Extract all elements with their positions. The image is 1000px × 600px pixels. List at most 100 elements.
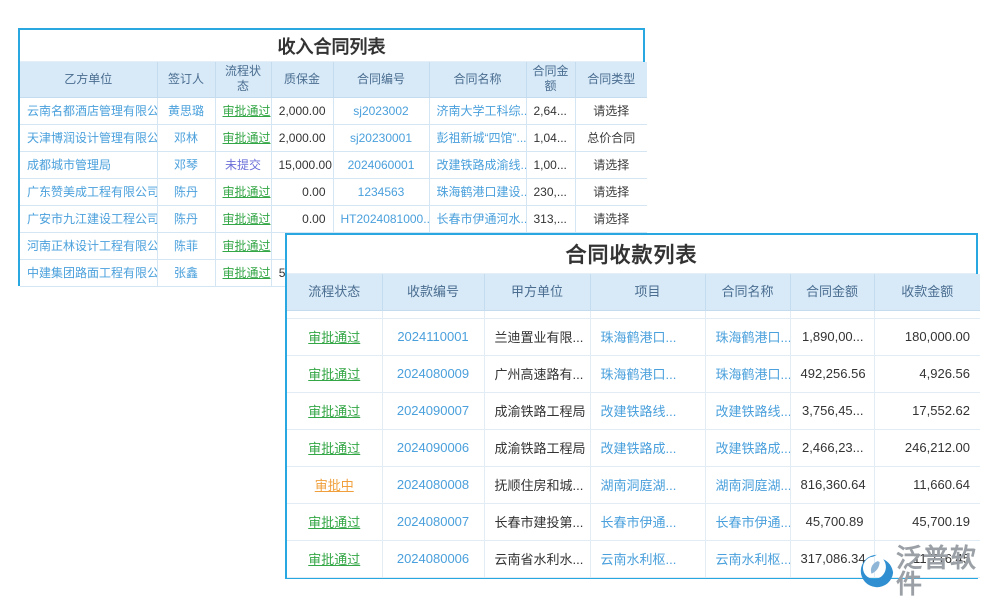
contract-type-cell[interactable]: 请选择 — [575, 151, 647, 178]
party-a-cell: 成渝铁路工程局 — [484, 429, 590, 466]
status-cell[interactable]: 审批中 — [287, 466, 382, 503]
contract-name-cell[interactable]: 珠海鹤港口... — [705, 355, 790, 392]
receipt-amount-cell: 45,700.19 — [874, 503, 980, 540]
contract-type-cell[interactable]: 请选择 — [575, 178, 647, 205]
status-cell[interactable]: 审批通过 — [215, 232, 271, 259]
contract-name-cell[interactable]: 长春市伊通... — [705, 503, 790, 540]
status-cell[interactable]: 审批通过 — [287, 318, 382, 355]
receipt-amount-cell: 11,660.64 — [874, 466, 980, 503]
status-cell[interactable]: 审批通过 — [287, 392, 382, 429]
col-header-contract-amount: 合同金额 — [790, 274, 874, 310]
project-cell[interactable]: 云南水利枢... — [590, 540, 705, 577]
receipt-amount-cell: 180,000.00 — [874, 318, 980, 355]
contract-name-cell[interactable]: 云南水利枢... — [705, 540, 790, 577]
col-header-contract-name: 合同名称 — [429, 62, 526, 97]
col-header-party-b: 乙方单位 — [20, 62, 157, 97]
contract-name-cell[interactable]: 长春市伊通河水... — [429, 205, 526, 232]
party-b-cell[interactable]: 天津博润设计管理有限公司 — [20, 124, 157, 151]
signer-cell[interactable]: 陈菲 — [157, 232, 215, 259]
contract-type-cell[interactable]: 请选择 — [575, 97, 647, 124]
project-cell[interactable]: 珠海鹤港口... — [590, 318, 705, 355]
empty-cell — [790, 310, 874, 318]
project-cell[interactable]: 湖南洞庭湖... — [590, 466, 705, 503]
col-header-retention: 质保金 — [271, 62, 333, 97]
party-b-cell[interactable]: 广安市九江建设工程公司 — [20, 205, 157, 232]
party-b-cell[interactable]: 云南名都酒店管理有限公司 — [20, 97, 157, 124]
table-row: 天津博润设计管理有限公司邓林审批通过2,000.00sj20230001彭祖新城… — [20, 124, 647, 151]
contract-amount-cell: 313,... — [526, 205, 575, 232]
contract-no-cell[interactable]: sj20230001 — [333, 124, 429, 151]
receipt-no-cell[interactable]: 2024090006 — [382, 429, 484, 466]
project-cell[interactable]: 改建铁路线... — [590, 392, 705, 429]
receipt-no-cell[interactable]: 2024090007 — [382, 392, 484, 429]
empty-cell — [705, 310, 790, 318]
contract-name-cell[interactable]: 彭祖新城“四馆”... — [429, 124, 526, 151]
contract-name-cell[interactable]: 湖南洞庭湖... — [705, 466, 790, 503]
receipt-no-cell[interactable]: 2024080007 — [382, 503, 484, 540]
signer-cell[interactable]: 邓琴 — [157, 151, 215, 178]
status-cell[interactable]: 审批通过 — [215, 205, 271, 232]
party-a-cell: 兰迪置业有限... — [484, 318, 590, 355]
col-header-receipt-amount: 收款金额 — [874, 274, 980, 310]
empty-cell — [590, 310, 705, 318]
status-cell[interactable]: 审批通过 — [287, 503, 382, 540]
col-header-flow-status: 流程状态 — [215, 62, 271, 97]
status-cell[interactable]: 审批通过 — [215, 259, 271, 286]
table-row: 云南名都酒店管理有限公司黄思璐审批通过2,000.00sj2023002济南大学… — [20, 97, 647, 124]
contract-name-cell[interactable]: 改建铁路成渝线... — [429, 151, 526, 178]
status-cell[interactable]: 审批通过 — [287, 429, 382, 466]
status-cell[interactable]: 未提交 — [215, 151, 271, 178]
party-b-cell[interactable]: 成都城市管理局 — [20, 151, 157, 178]
party-b-cell[interactable]: 河南正林设计工程有限公司 — [20, 232, 157, 259]
table-row: 审批通过2024090007成渝铁路工程局改建铁路线...改建铁路线...3,7… — [287, 392, 980, 429]
table-row: 审批通过2024080009广州高速路有...珠海鹤港口...珠海鹤港口...4… — [287, 355, 980, 392]
empty-cell — [874, 310, 980, 318]
contract-name-cell[interactable]: 改建铁路成... — [705, 429, 790, 466]
project-cell[interactable]: 改建铁路成... — [590, 429, 705, 466]
party-b-cell[interactable]: 广东赞美成工程有限公司 — [20, 178, 157, 205]
contract-amount-cell: 816,360.64 — [790, 466, 874, 503]
project-cell[interactable]: 珠海鹤港口... — [590, 355, 705, 392]
fanpusoft-swoosh-icon — [858, 553, 894, 589]
col-header-project: 项目 — [590, 274, 705, 310]
retention-cell: 0.00 — [271, 205, 333, 232]
receipt-amount-cell: 4,926.56 — [874, 355, 980, 392]
col-header-contract-name: 合同名称 — [705, 274, 790, 310]
contract-name-cell[interactable]: 济南大学工科综... — [429, 97, 526, 124]
contract-type-cell[interactable]: 请选择 — [575, 205, 647, 232]
signer-cell[interactable]: 陈丹 — [157, 178, 215, 205]
party-b-cell[interactable]: 中建集团路面工程有限公司 — [20, 259, 157, 286]
status-cell[interactable]: 审批通过 — [215, 124, 271, 151]
receipt-no-cell[interactable]: 2024080006 — [382, 540, 484, 577]
status-cell[interactable]: 审批通过 — [215, 97, 271, 124]
status-cell[interactable]: 审批通过 — [215, 178, 271, 205]
receipt-no-cell[interactable]: 2024110001 — [382, 318, 484, 355]
signer-cell[interactable]: 陈丹 — [157, 205, 215, 232]
status-cell[interactable]: 审批通过 — [287, 540, 382, 577]
receipt-amount-cell: 17,552.62 — [874, 392, 980, 429]
contract-type-cell[interactable]: 总价合同 — [575, 124, 647, 151]
col-header-flow-status: 流程状态 — [287, 274, 382, 310]
receipt-no-cell[interactable]: 2024080009 — [382, 355, 484, 392]
contract-amount-cell: 492,256.56 — [790, 355, 874, 392]
contract-no-cell[interactable]: 2024060001 — [333, 151, 429, 178]
empty-cell — [287, 310, 382, 318]
receipt-no-cell[interactable]: 2024080008 — [382, 466, 484, 503]
empty-cell — [382, 310, 484, 318]
signer-cell[interactable]: 黄思璐 — [157, 97, 215, 124]
contract-name-cell[interactable]: 珠海鹤港口... — [705, 318, 790, 355]
contract-name-cell[interactable]: 珠海鹤港口建设... — [429, 178, 526, 205]
contract-no-cell[interactable]: 1234563 — [333, 178, 429, 205]
signer-cell[interactable]: 张鑫 — [157, 259, 215, 286]
col-header-receipt-no: 收款编号 — [382, 274, 484, 310]
contract-no-cell[interactable]: HT2024081000... — [333, 205, 429, 232]
retention-cell: 2,000.00 — [271, 124, 333, 151]
income-header-row: 乙方单位签订人流程状态质保金合同编号合同名称合同金额合同类型 — [20, 62, 647, 97]
status-cell[interactable]: 审批通过 — [287, 355, 382, 392]
party-a-cell: 抚顺住房和城... — [484, 466, 590, 503]
contract-name-cell[interactable]: 改建铁路线... — [705, 392, 790, 429]
signer-cell[interactable]: 邓林 — [157, 124, 215, 151]
project-cell[interactable]: 长春市伊通... — [590, 503, 705, 540]
table-row: 广安市九江建设工程公司陈丹审批通过0.00HT2024081000...长春市伊… — [20, 205, 647, 232]
contract-no-cell[interactable]: sj2023002 — [333, 97, 429, 124]
